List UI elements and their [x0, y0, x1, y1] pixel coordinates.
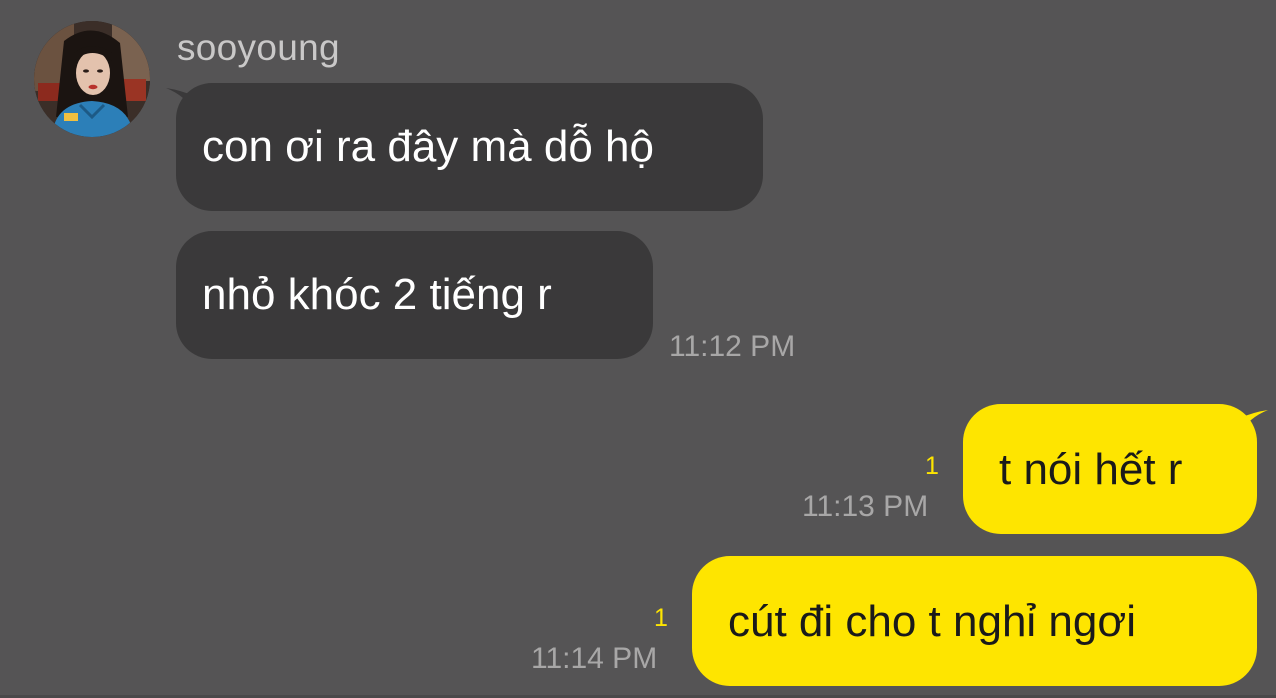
sender-name: sooyoung: [177, 27, 340, 68]
sender-avatar[interactable]: [34, 21, 150, 137]
outgoing-message[interactable]: t nói hết r: [963, 404, 1257, 534]
message-timestamp: 11:14 PM: [531, 642, 658, 675]
message-text: con ơi ra đây mà dỗ hộ: [202, 122, 654, 171]
message-text: nhỏ khóc 2 tiếng r: [202, 270, 552, 319]
message-timestamp: 11:12 PM: [669, 330, 796, 363]
unread-count: 1: [925, 452, 939, 480]
outgoing-bubble-tail: [1240, 410, 1268, 434]
chat-view: sooyoung con ơi ra đây mà dỗ hộ nhỏ khóc…: [0, 0, 1276, 698]
message-timestamp: 11:13 PM: [802, 490, 929, 523]
message-text: cút đi cho t nghỉ ngơi: [728, 597, 1136, 646]
outgoing-message[interactable]: cút đi cho t nghỉ ngơi: [692, 556, 1257, 686]
incoming-message[interactable]: con ơi ra đây mà dỗ hộ: [176, 83, 763, 211]
avatar-photo-icon: [34, 21, 150, 137]
unread-count: 1: [654, 604, 668, 632]
message-text: t nói hết r: [999, 445, 1183, 494]
incoming-message[interactable]: nhỏ khóc 2 tiếng r: [176, 231, 653, 359]
